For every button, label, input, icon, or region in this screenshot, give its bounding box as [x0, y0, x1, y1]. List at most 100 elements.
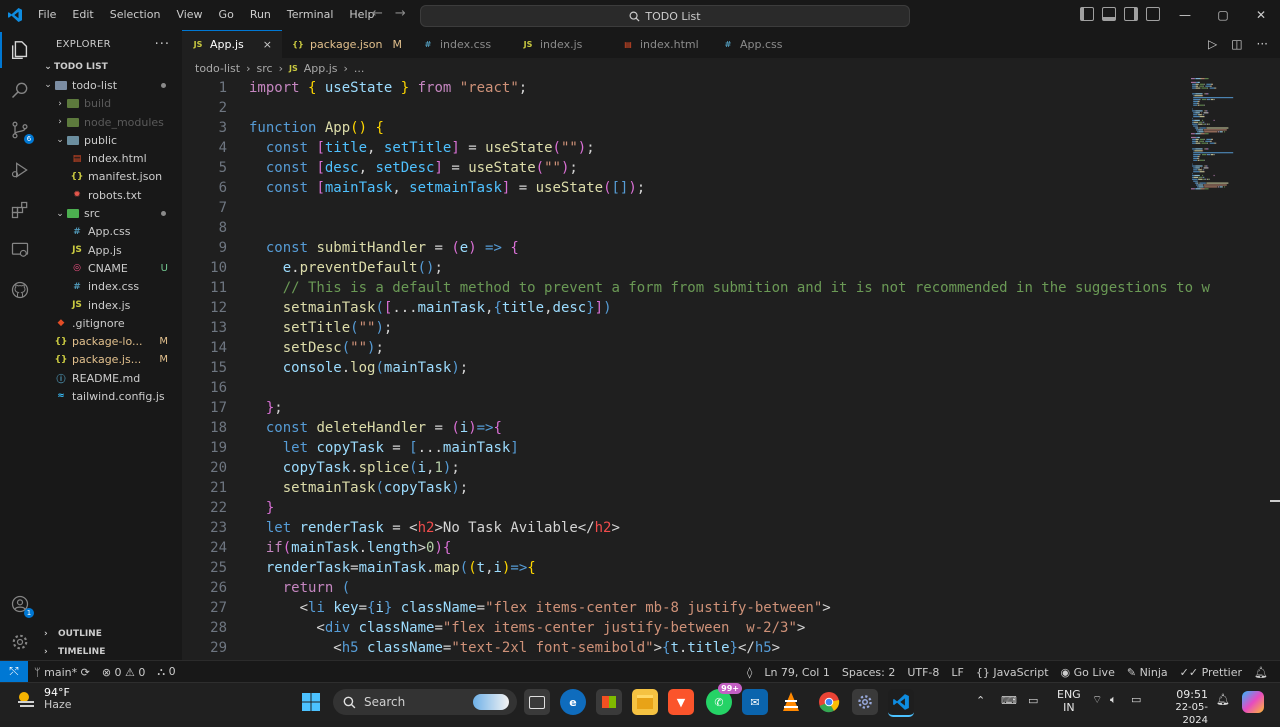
- tab-app-css[interactable]: # App.css: [712, 30, 812, 58]
- file-explorer-icon[interactable]: [632, 689, 658, 715]
- chrome-icon[interactable]: [816, 689, 842, 715]
- tab-app-js[interactable]: JS App.js ×: [182, 30, 282, 58]
- vlc-icon[interactable]: [778, 689, 804, 715]
- whatsapp-icon[interactable]: ✆ 99+: [706, 683, 742, 715]
- run-debug-icon[interactable]: [8, 158, 32, 182]
- edge-icon[interactable]: e: [560, 689, 586, 715]
- code-line[interactable]: 13 setTitle("");: [182, 318, 392, 338]
- file-tree-item[interactable]: › build: [40, 95, 182, 113]
- menu-item-file[interactable]: File: [30, 0, 64, 30]
- volume-muted-icon[interactable]: 🔈︎: [1110, 693, 1117, 707]
- clock[interactable]: 09:51 22-05-2024: [1160, 688, 1208, 727]
- code-line[interactable]: 8: [182, 218, 227, 238]
- chevron-up-icon[interactable]: ⌃: [976, 694, 985, 707]
- breadcrumb-item[interactable]: todo-list: [195, 62, 240, 75]
- code-line[interactable]: 12 setmainTask([...mainTask,{title,desc}…: [182, 298, 611, 318]
- wifi-icon[interactable]: ⌔: [1092, 693, 1102, 707]
- remote-explorer-icon[interactable]: [8, 238, 32, 262]
- toggle-secondary-sidebar-icon[interactable]: [1124, 7, 1138, 21]
- minimize-button[interactable]: —: [1166, 0, 1204, 30]
- menu-item-run[interactable]: Run: [242, 0, 279, 30]
- outline-section[interactable]: › OUTLINE: [40, 625, 182, 643]
- explorer-section-header[interactable]: ⌄ TODO LIST: [40, 58, 182, 76]
- keyboard-icon[interactable]: ⌨: [1001, 694, 1017, 707]
- file-tree-item[interactable]: ⌄ src: [40, 204, 182, 222]
- menu-item-view[interactable]: View: [168, 0, 210, 30]
- copilot-icon[interactable]: ◊: [741, 666, 758, 679]
- cursor-position[interactable]: Ln 79, Col 1: [758, 666, 836, 679]
- source-control-icon[interactable]: 6: [8, 118, 34, 144]
- file-tree-item[interactable]: › node_modules: [40, 113, 182, 131]
- code-line[interactable]: 22 }: [182, 498, 274, 518]
- code-line[interactable]: 21 setmainTask(copyTask);: [182, 478, 468, 498]
- language-indicator[interactable]: ENG IN: [1057, 688, 1081, 714]
- code-line[interactable]: 15 console.log(mainTask);: [182, 358, 468, 378]
- file-tree-item[interactable]: JS App.js: [40, 241, 182, 259]
- command-center[interactable]: TODO List: [420, 5, 910, 27]
- notifications-bell-icon[interactable]: 🔔︎: [1248, 666, 1280, 679]
- breadcrumb-item[interactable]: App.js: [304, 62, 338, 75]
- file-tree-item[interactable]: ◆ .gitignore: [40, 314, 182, 332]
- prettier-button[interactable]: ✓✓ Prettier: [1174, 666, 1248, 679]
- menu-item-go[interactable]: Go: [211, 0, 242, 30]
- back-arrow-icon[interactable]: ←: [372, 6, 383, 21]
- remote-indicator-icon[interactable]: ⤲: [0, 661, 28, 683]
- battery-icon[interactable]: ▭: [1131, 693, 1141, 706]
- code-line[interactable]: 18 const deleteHandler = (i)=>{: [182, 418, 502, 438]
- code-line[interactable]: 16: [182, 378, 227, 398]
- code-line[interactable]: 26 return (: [182, 578, 350, 598]
- code-line[interactable]: 27 <li key={i} className="flex items-cen…: [182, 598, 831, 618]
- file-tree-item[interactable]: ▤ index.html: [40, 149, 182, 167]
- code-line[interactable]: 14 setDesc("");: [182, 338, 384, 358]
- minimap[interactable]: [1188, 78, 1280, 660]
- code-line[interactable]: 17 };: [182, 398, 283, 418]
- run-icon[interactable]: ▷: [1208, 37, 1217, 51]
- tab-index-html[interactable]: ▤ index.html: [612, 30, 712, 58]
- display-icon[interactable]: ▭: [1028, 694, 1038, 707]
- code-line[interactable]: 29 <h5 className="text-2xl font-semibold…: [182, 638, 780, 658]
- task-view-icon[interactable]: [524, 689, 550, 715]
- settings-gear-icon[interactable]: [8, 630, 32, 654]
- code-line[interactable]: 28 <div className="flex items-center jus…: [182, 618, 805, 638]
- more-actions-icon[interactable]: ···: [1257, 37, 1268, 51]
- tab-index-js[interactable]: JS index.js: [512, 30, 612, 58]
- indentation[interactable]: Spaces: 2: [836, 666, 901, 679]
- file-tree-item[interactable]: ≈ tailwind.config.js: [40, 387, 182, 405]
- code-line[interactable]: 24 if(mainTask.length>0){: [182, 538, 451, 558]
- code-line[interactable]: 9 const submitHandler = (e) => {: [182, 238, 519, 258]
- file-tree-item[interactable]: ⓘ README.md: [40, 369, 182, 387]
- start-button[interactable]: [298, 689, 324, 715]
- code-line[interactable]: 7: [182, 198, 227, 218]
- file-tree-item[interactable]: {} package-lo... M: [40, 332, 182, 350]
- microsoft-store-icon[interactable]: [596, 689, 622, 715]
- split-editor-icon[interactable]: ◫: [1231, 37, 1242, 51]
- code-line[interactable]: 1 import { useState } from "react";: [182, 78, 528, 98]
- file-tree-item[interactable]: ⌄ public: [40, 131, 182, 149]
- menu-item-terminal[interactable]: Terminal: [279, 0, 342, 30]
- extensions-icon[interactable]: [8, 198, 32, 222]
- end-of-line[interactable]: LF: [945, 666, 969, 679]
- ports-indicator[interactable]: ⛬ 0: [151, 665, 181, 679]
- scrollbar-marker[interactable]: [1270, 500, 1280, 502]
- code-line[interactable]: 6 const [mainTask, setmainTask] = useSta…: [182, 178, 646, 198]
- code-line[interactable]: 20 copyTask.splice(i,1);: [182, 458, 460, 478]
- toggle-panel-icon[interactable]: [1102, 7, 1116, 21]
- file-tree-item[interactable]: ◎ CNAME U: [40, 259, 182, 277]
- code-line[interactable]: 23 let renderTask = <h2>No Task Avilable…: [182, 518, 620, 538]
- vscode-taskbar-icon[interactable]: [888, 689, 914, 717]
- file-tree-item[interactable]: # App.css: [40, 223, 182, 241]
- forward-arrow-icon[interactable]: →: [395, 6, 406, 21]
- code-line[interactable]: 25 renderTask=mainTask.map((t,i)=>{: [182, 558, 536, 578]
- breadcrumb-item[interactable]: ...: [354, 62, 365, 75]
- weather-widget[interactable]: 94°F Haze: [14, 687, 72, 711]
- copilot-app-icon[interactable]: [1242, 691, 1264, 713]
- file-tree-item[interactable]: JS index.js: [40, 296, 182, 314]
- code-line[interactable]: 3 function App() {: [182, 118, 384, 138]
- more-actions-icon[interactable]: ···: [155, 37, 170, 52]
- search-icon[interactable]: [8, 78, 32, 102]
- tab-index-css[interactable]: # index.css: [412, 30, 512, 58]
- ninja-button[interactable]: ✎ Ninja: [1121, 666, 1174, 679]
- breadcrumb-item[interactable]: src: [257, 62, 273, 75]
- branch-indicator[interactable]: ᛘ main* ⟳: [28, 666, 96, 679]
- code-editor[interactable]: 1 import { useState } from "react"; 2 3 fun…: [182, 78, 1280, 660]
